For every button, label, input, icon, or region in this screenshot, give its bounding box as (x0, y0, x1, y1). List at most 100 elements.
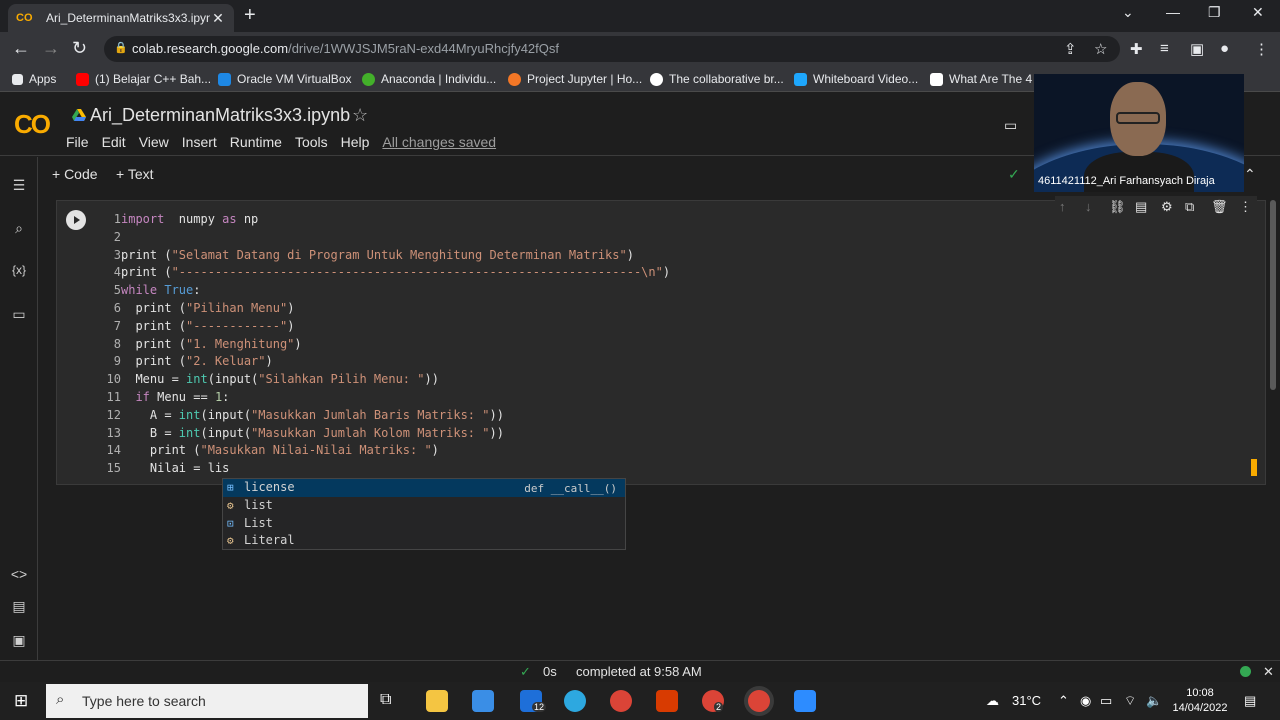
add-text-button[interactable]: + Text (116, 166, 154, 182)
code-line[interactable]: while True: (121, 282, 670, 300)
battery-icon[interactable]: ▭ (1100, 693, 1112, 709)
share-icon[interactable]: ⇪ (1064, 40, 1077, 58)
windows-start-icon[interactable]: ⊞ (14, 691, 28, 711)
chrome-icon[interactable] (610, 690, 632, 712)
settings-gear-icon[interactable]: ⚙ (1161, 199, 1173, 215)
chrome-profile-icon[interactable]: 2 (702, 690, 724, 712)
add-code-button[interactable]: + Code (52, 166, 98, 182)
code-line[interactable]: import numpy as np (121, 211, 670, 229)
close-tab-icon[interactable]: ✕ (210, 10, 226, 27)
extensions-icon[interactable]: ✚ (1130, 40, 1143, 58)
profile-avatar-icon[interactable]: ● (1220, 40, 1229, 57)
terminal-icon[interactable]: ▣ (10, 632, 28, 649)
mirror-cell-icon[interactable]: ⧉ (1185, 199, 1194, 215)
notebook-title[interactable]: Ari_DeterminanMatriks3x3.ipynb (90, 105, 350, 126)
autocomplete-item[interactable]: ⚙ list (223, 497, 625, 515)
tab-search-icon[interactable]: ⌄ (1122, 4, 1134, 21)
delete-icon[interactable]: 🗑 (1211, 199, 1228, 215)
code-line[interactable]: print ("Pilihan Menu") (121, 300, 670, 318)
menu-file[interactable]: File (66, 134, 89, 150)
maximize-icon[interactable]: ❐ (1208, 4, 1221, 21)
code-line[interactable]: print ("Masukkan Nilai-Nilai Matriks: ") (121, 442, 670, 460)
table-of-contents-icon[interactable]: ☰ (10, 177, 28, 194)
task-view-icon[interactable]: ⧉ (380, 691, 391, 709)
code-line[interactable]: Nilai = lis (121, 460, 670, 478)
scrollbar[interactable] (1270, 200, 1276, 390)
meet-now-icon[interactable]: ◉ (1080, 693, 1091, 709)
autocomplete-item[interactable]: ⊡ List (223, 515, 625, 533)
collapse-header-icon[interactable]: ⌃ (1244, 166, 1256, 183)
more-options-icon[interactable]: ⋮ (1239, 199, 1252, 215)
close-status-icon[interactable]: ✕ (1263, 664, 1274, 680)
code-line[interactable]: if Menu == 1: (121, 389, 670, 407)
run-cell-button[interactable] (66, 210, 86, 230)
move-up-icon[interactable]: ↑ (1059, 199, 1066, 214)
reload-icon[interactable]: ↻ (72, 38, 87, 59)
chrome-menu-icon[interactable]: ⋮ (1254, 40, 1269, 58)
code-line[interactable]: print ("2. Keluar") (121, 353, 670, 371)
menu-insert[interactable]: Insert (182, 134, 217, 150)
bookmark-whatare[interactable]: What Are The 4 D (930, 72, 1044, 86)
code-line[interactable]: B = int(input("Masukkan Jumlah Kolom Mat… (121, 425, 670, 443)
zoom-icon[interactable] (794, 690, 816, 712)
menu-view[interactable]: View (139, 134, 169, 150)
file-explorer-icon[interactable] (426, 690, 448, 712)
weather-icon[interactable]: ☁ (986, 693, 999, 709)
bookmark-anaconda[interactable]: Anaconda | Individu... (362, 72, 496, 86)
save-status[interactable]: All changes saved (382, 134, 496, 150)
close-window-icon[interactable]: ✕ (1252, 4, 1264, 21)
menu-edit[interactable]: Edit (102, 134, 126, 150)
autocomplete-item[interactable]: ⚙ Literal (223, 532, 625, 550)
volume-icon[interactable]: 🔈 (1146, 693, 1162, 709)
variables-icon[interactable]: {x} (10, 263, 28, 277)
bookmark-collaborative[interactable]: The collaborative br... (650, 72, 784, 86)
store-icon[interactable] (472, 690, 494, 712)
code-line[interactable]: A = int(input("Masukkan Jumlah Baris Mat… (121, 407, 670, 425)
notifications-icon[interactable]: ▤ (1244, 693, 1256, 709)
code-line[interactable]: print ("1. Menghitung") (121, 336, 670, 354)
chrome-active-icon[interactable] (748, 690, 770, 712)
code-line[interactable]: Menu = int(input("Silahkan Pilih Menu: "… (121, 371, 670, 389)
clock[interactable]: 10:08 14/04/2022 (1172, 686, 1228, 716)
browser-tab[interactable]: CO Ari_DeterminanMatriks3x3.ipynb ✕ (8, 4, 234, 32)
code-line[interactable]: print ("------------") (121, 318, 670, 336)
network-icon[interactable]: ⌔ (1124, 693, 1136, 709)
comment-icon[interactable]: ▭ (1004, 117, 1017, 134)
menu-tools[interactable]: Tools (295, 134, 328, 150)
code-snippets-icon[interactable]: <> (10, 566, 28, 582)
minimize-icon[interactable]: — (1166, 4, 1180, 20)
code-line[interactable]: print ("Selamat Datang di Program Untuk … (121, 247, 670, 265)
menu-runtime[interactable]: Runtime (230, 134, 282, 150)
taskbar-search[interactable]: ⌕ Type here to search (46, 684, 368, 718)
comment-icon[interactable]: ▤ (1135, 199, 1147, 215)
bookmark-apps[interactable]: Apps (12, 72, 56, 86)
files-folder-icon[interactable]: ▭ (10, 306, 28, 323)
forward-icon[interactable]: → (42, 38, 60, 59)
colab-logo[interactable]: CO (14, 109, 51, 140)
reading-list-icon[interactable]: ≡ (1160, 40, 1169, 57)
edge-icon[interactable] (564, 690, 586, 712)
move-down-icon[interactable]: ↓ (1085, 199, 1092, 214)
tray-chevron-icon[interactable]: ⌃ (1058, 693, 1069, 709)
bookmark-whiteboard[interactable]: Whiteboard Video... (794, 72, 918, 86)
command-palette-icon[interactable]: ▤ (10, 598, 28, 615)
bookmark-youtube[interactable]: (1) Belajar C++ Bah... (76, 72, 211, 86)
side-panel-icon[interactable]: ▣ (1190, 40, 1204, 58)
back-icon[interactable]: ← (12, 38, 30, 59)
code-editor[interactable]: import numpy as np print ("Selamat Datan… (121, 211, 670, 478)
execution-completed[interactable]: completed at 9:58 AM (576, 664, 702, 679)
temperature[interactable]: 31°C (1012, 693, 1041, 708)
bookmark-star-icon[interactable]: ☆ (1094, 40, 1107, 58)
code-cell[interactable]: 1 2 3 4 5 6 7 8 9 10 11 12 13 14 15 impo… (56, 200, 1266, 485)
bookmark-virtualbox[interactable]: Oracle VM VirtualBox (218, 72, 352, 86)
star-icon[interactable]: ☆ (352, 105, 368, 126)
address-bar[interactable]: 🔒 colab.research.google.com/drive/1WWJSJ… (104, 36, 1120, 62)
code-line[interactable] (121, 229, 670, 247)
search-icon[interactable]: ⌕ (10, 220, 28, 237)
new-tab-icon[interactable]: + (244, 4, 256, 27)
autocomplete-item[interactable]: ⊞ license def __call__() (223, 479, 625, 497)
link-icon[interactable]: ⛓ (1109, 199, 1126, 215)
connected-check-icon[interactable]: ✓ (1008, 166, 1020, 183)
bookmark-jupyter[interactable]: Project Jupyter | Ho... (508, 72, 642, 86)
mail-icon[interactable]: 12 (520, 690, 547, 712)
